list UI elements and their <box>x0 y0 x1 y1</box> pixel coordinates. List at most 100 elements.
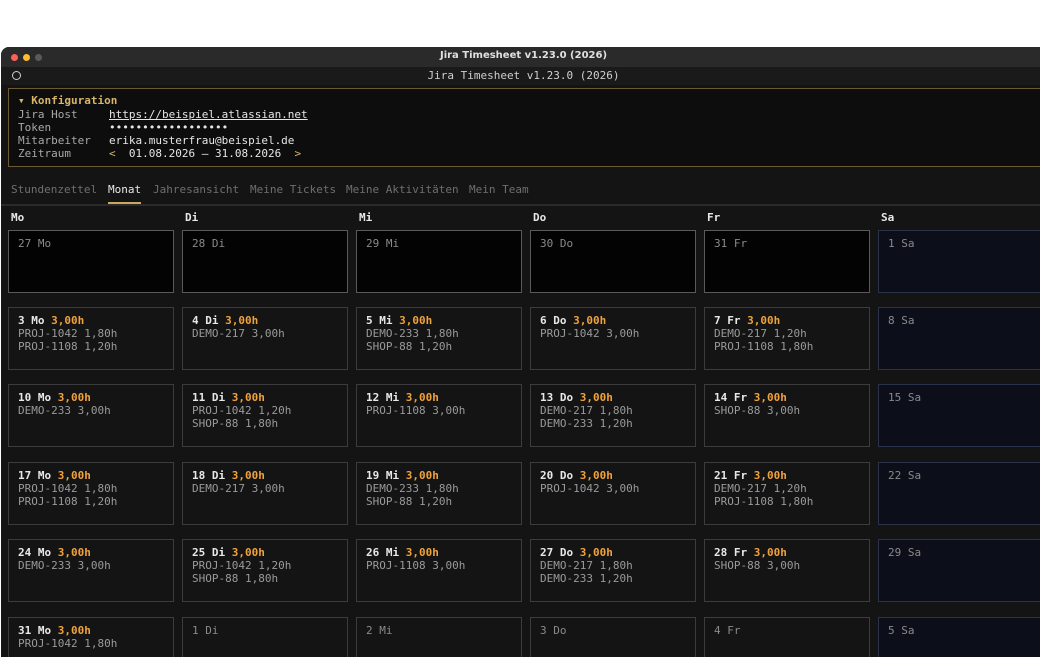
config-host-row: Jira Host https://beispiel.atlassian.net <box>18 108 308 121</box>
day-date: 21 Fr <box>714 469 748 482</box>
day-date: 26 Mi <box>366 546 400 559</box>
calendar-day-cell[interactable]: 21 Fr 3,00h DEMO-217 1,20h PROJ-1108 1,80h <box>704 462 870 525</box>
day-header: 12 Mi 3,00h <box>366 391 512 404</box>
worklog-entry[interactable]: SHOP-88 1,80h <box>192 417 338 430</box>
calendar-day-cell[interactable]: 5 Mi 3,00h DEMO-233 1,80h SHOP-88 1,20h <box>356 307 522 370</box>
worklog-entry[interactable]: DEMO-233 3,00h <box>18 559 164 572</box>
calendar-day-cell[interactable]: 29 Mi <box>356 230 522 293</box>
calendar-day-cell[interactable]: 11 Di 3,00h PROJ-1042 1,20h SHOP-88 1,80h <box>182 384 348 447</box>
day-date: 27 Mo <box>18 237 52 250</box>
calendar-day-cell[interactable]: 18 Di 3,00h DEMO-217 3,00h <box>182 462 348 525</box>
calendar-day-cell[interactable]: 8 Sa <box>878 307 1040 370</box>
calendar-day-cell[interactable]: 14 Fr 3,00h SHOP-88 3,00h <box>704 384 870 447</box>
worklog-entry[interactable]: PROJ-1108 1,20h <box>18 495 164 508</box>
worklog-entry[interactable]: PROJ-1042 1,80h <box>18 482 164 495</box>
calendar-day-cell[interactable]: 3 Do <box>530 617 696 657</box>
worklog-entry[interactable]: DEMO-217 1,20h <box>714 327 860 340</box>
calendar-day-cell[interactable]: 29 Sa <box>878 539 1040 602</box>
worklog-entry[interactable]: DEMO-233 1,20h <box>540 417 686 430</box>
calendar-day-cell[interactable]: 25 Di 3,00h PROJ-1042 1,20h SHOP-88 1,80h <box>182 539 348 602</box>
worklog-entry[interactable]: DEMO-217 3,00h <box>192 327 338 340</box>
worklog-entry[interactable]: PROJ-1042 1,20h <box>192 559 338 572</box>
calendar-day-cell[interactable]: 30 Do <box>530 230 696 293</box>
tab-meine-aktivitaeten[interactable]: Meine Aktivitäten <box>346 183 459 202</box>
calendar-day-cell[interactable]: 28 Fr 3,00h SHOP-88 3,00h <box>704 539 870 602</box>
calendar-day-cell[interactable]: 19 Mi 3,00h DEMO-233 1,80h SHOP-88 1,20h <box>356 462 522 525</box>
worklog-entry[interactable]: SHOP-88 1,20h <box>366 340 512 353</box>
tab-monat[interactable]: Monat <box>108 183 142 204</box>
period-value: 01.08.2026 – 31.08.2026 <box>128 147 282 160</box>
calendar-day-cell[interactable]: 13 Do 3,00h DEMO-217 1,80h DEMO-233 1,20h <box>530 384 696 447</box>
worklog-entry[interactable]: SHOP-88 3,00h <box>714 559 860 572</box>
calendar-day-cell[interactable]: 27 Mo <box>8 230 174 293</box>
calendar-day-cell[interactable]: 6 Do 3,00h PROJ-1042 3,00h <box>530 307 696 370</box>
calendar-day-cell[interactable]: 4 Di 3,00h DEMO-217 3,00h <box>182 307 348 370</box>
calendar-day-cell[interactable]: 1 Di <box>182 617 348 657</box>
day-header: 5 Sa <box>888 624 1034 637</box>
tab-jahresansicht[interactable]: Jahresansicht <box>153 183 239 202</box>
day-date: 25 Di <box>192 546 226 559</box>
day-header: 10 Mo 3,00h <box>18 391 164 404</box>
calendar-day-cell[interactable]: 20 Do 3,00h PROJ-1042 3,00h <box>530 462 696 525</box>
worklog-entry[interactable]: PROJ-1108 3,00h <box>366 559 512 572</box>
worklog-entry[interactable]: PROJ-1042 3,00h <box>540 327 686 340</box>
tab-mein-team[interactable]: Mein Team <box>469 183 529 202</box>
worklog-entry[interactable]: DEMO-217 1,80h <box>540 404 686 417</box>
day-header: 8 Sa <box>888 314 1034 327</box>
tab-meine-tickets[interactable]: Meine Tickets <box>250 183 336 202</box>
worklog-entry[interactable]: DEMO-233 3,00h <box>18 404 164 417</box>
worklog-entry[interactable]: DEMO-217 1,20h <box>714 482 860 495</box>
day-date: 5 Sa <box>888 624 915 637</box>
calendar-day-cell[interactable]: 28 Di <box>182 230 348 293</box>
worklog-entry[interactable]: SHOP-88 1,20h <box>366 495 512 508</box>
worklog-entry[interactable]: PROJ-1042 1,80h <box>18 327 164 340</box>
day-date: 6 Do <box>540 314 567 327</box>
worklog-entry[interactable]: SHOP-88 1,80h <box>192 572 338 585</box>
worklog-entry[interactable]: PROJ-1108 3,00h <box>366 404 512 417</box>
calendar-day-cell[interactable]: 1 Sa <box>878 230 1040 293</box>
calendar-day-cell[interactable]: 5 Sa <box>878 617 1040 657</box>
token-value[interactable]: •••••••••••••••••• <box>109 121 228 134</box>
host-link[interactable]: https://beispiel.atlassian.net <box>109 108 308 121</box>
day-date: 2 Mi <box>366 624 393 637</box>
calendar-day-cell[interactable]: 7 Fr 3,00h DEMO-217 1,20h PROJ-1108 1,80h <box>704 307 870 370</box>
employee-value[interactable]: erika.musterfrau@beispiel.de <box>109 134 294 147</box>
calendar-day-cell[interactable]: 27 Do 3,00h DEMO-217 1,80h DEMO-233 1,20h <box>530 539 696 602</box>
calendar-day-cell[interactable]: 3 Mo 3,00h PROJ-1042 1,80h PROJ-1108 1,20h <box>8 307 174 370</box>
calendar-day-cell[interactable]: 2 Mi <box>356 617 522 657</box>
worklog-entry[interactable]: DEMO-233 1,20h <box>540 572 686 585</box>
worklog-entry[interactable]: SHOP-88 3,00h <box>714 404 860 417</box>
worklog-entry[interactable]: PROJ-1042 1,80h <box>18 637 164 650</box>
worklog-entry[interactable]: DEMO-233 1,80h <box>366 327 512 340</box>
calendar-day-cell[interactable]: 4 Fr <box>704 617 870 657</box>
day-date: 28 Di <box>192 237 226 250</box>
calendar-day-cell[interactable]: 17 Mo 3,00h PROJ-1042 1,80h PROJ-1108 1,20… <box>8 462 174 525</box>
weekday-header: Mi <box>359 211 373 224</box>
calendar-day-cell[interactable]: 31 Fr <box>704 230 870 293</box>
worklog-entry[interactable]: DEMO-233 1,80h <box>366 482 512 495</box>
worklog-entry[interactable]: DEMO-217 3,00h <box>192 482 338 495</box>
config-toggle[interactable]: ▾ Konfiguration <box>18 94 117 107</box>
worklog-entry[interactable]: PROJ-1108 1,80h <box>714 495 860 508</box>
worklog-entry[interactable]: PROJ-1108 1,80h <box>714 340 860 353</box>
tab-stundenzettel[interactable]: Stundenzettel <box>11 183 97 202</box>
day-date: 11 Di <box>192 391 226 404</box>
calendar-day-cell[interactable]: 31 Mo 3,00h PROJ-1042 1,80h <box>8 617 174 657</box>
worklog-entry[interactable]: DEMO-217 1,80h <box>540 559 686 572</box>
calendar-day-cell[interactable]: 10 Mo 3,00h DEMO-233 3,00h <box>8 384 174 447</box>
worklog-entry[interactable]: PROJ-1042 1,20h <box>192 404 338 417</box>
calendar-day-cell[interactable]: 15 Sa <box>878 384 1040 447</box>
calendar-day-cell[interactable]: 22 Sa <box>878 462 1040 525</box>
day-header: 3 Do <box>540 624 686 637</box>
app-header: Jira Timesheet v1.23.0 (2026) <box>1 67 1040 85</box>
worklog-entry[interactable]: PROJ-1108 1,20h <box>18 340 164 353</box>
period-next-button[interactable]: > <box>294 147 301 160</box>
day-total-hours: 3,00h <box>579 469 613 482</box>
calendar-day-cell[interactable]: 26 Mi 3,00h PROJ-1108 3,00h <box>356 539 522 602</box>
calendar-day-cell[interactable]: 12 Mi 3,00h PROJ-1108 3,00h <box>356 384 522 447</box>
day-total-hours: 3,00h <box>231 546 265 559</box>
day-date: 22 Sa <box>888 469 922 482</box>
calendar-day-cell[interactable]: 24 Mo 3,00h DEMO-233 3,00h <box>8 539 174 602</box>
worklog-entry[interactable]: PROJ-1042 3,00h <box>540 482 686 495</box>
period-prev-button[interactable]: < <box>109 147 116 160</box>
